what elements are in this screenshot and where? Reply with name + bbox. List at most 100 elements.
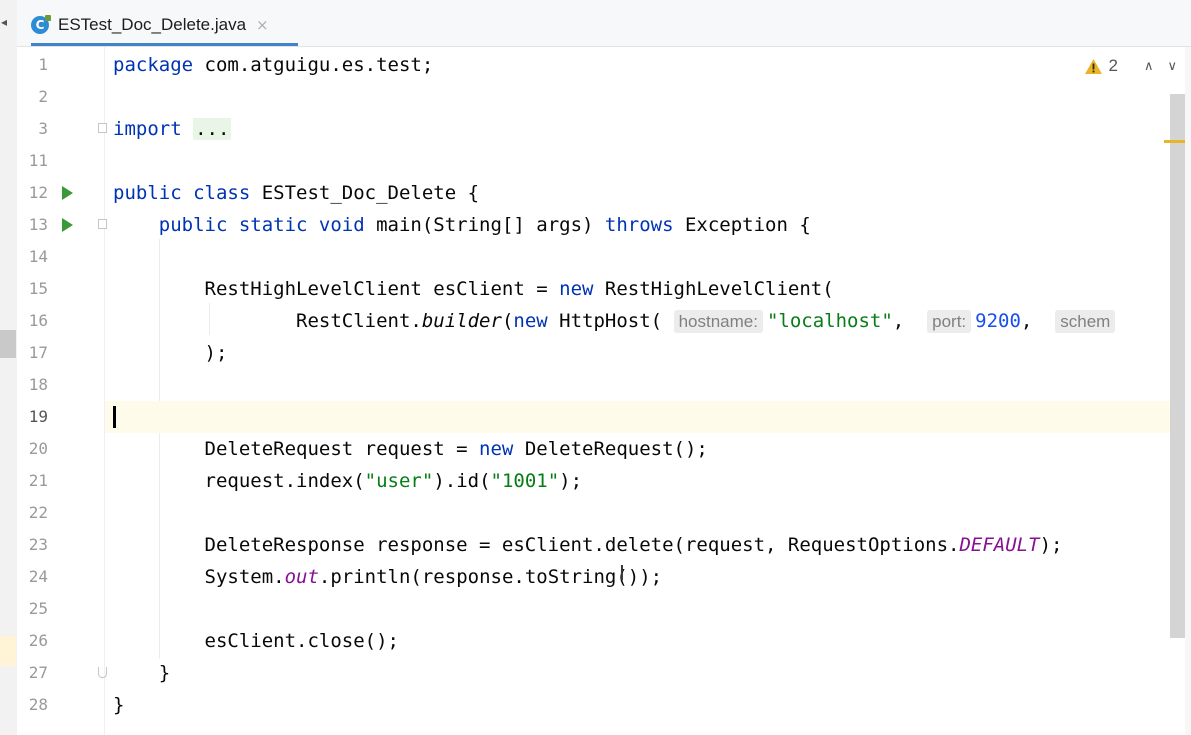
code-line[interactable]: 14 (0, 241, 1170, 273)
tab-estest-doc-delete[interactable]: C ESTest_Doc_Delete.java × (31, 6, 298, 46)
code-line[interactable]: 11 (0, 145, 1170, 177)
code-line[interactable]: 28} (0, 689, 1170, 721)
code-token: package (113, 54, 194, 76)
code-token: new (513, 310, 548, 332)
code-line[interactable]: 21 request.index("user").id("1001"); (0, 465, 1170, 497)
code-token: "user" (364, 470, 434, 492)
code-line[interactable]: 19 (0, 401, 1170, 433)
run-gutter-icon[interactable] (62, 218, 73, 232)
line-number: 21 (28, 471, 48, 490)
code-token: public static void (158, 214, 365, 236)
code-line[interactable]: 3 import ... (0, 113, 1170, 145)
line-number: 1 (38, 55, 48, 74)
ibeam-cursor-icon: I (619, 561, 625, 585)
line-number: 14 (28, 247, 48, 266)
code-text: public static void main(String[] args) t… (113, 209, 811, 241)
code-token: System. (113, 566, 285, 588)
code-line[interactable]: 12 public class ESTest_Doc_Delete { (0, 177, 1170, 209)
code-token: "1001" (490, 470, 560, 492)
close-icon[interactable]: × (256, 16, 269, 34)
code-token: com.atguigu.es.test; (193, 54, 434, 76)
code-token: DeleteRequest request = (113, 438, 480, 460)
code-token: HttpHost( (547, 310, 674, 332)
code-line[interactable]: 16 RestClient.builder(new HttpHost( host… (0, 305, 1170, 337)
code-text: } (113, 657, 170, 689)
fold-end-icon[interactable] (98, 667, 107, 678)
inspection-widget[interactable]: 2 ∧ ∨ (1084, 56, 1177, 76)
warning-stripe-marker[interactable] (1164, 140, 1185, 143)
line-number: 23 (28, 535, 48, 554)
code-token: DEFAULT (959, 534, 1040, 556)
text-caret (113, 406, 116, 428)
code-token: builder (421, 310, 502, 332)
code-line[interactable]: 24 System.out.println(response.toString(… (0, 561, 1170, 593)
code-token: request.index( (113, 470, 365, 492)
folded-imports[interactable]: ... (193, 118, 232, 140)
line-number: 17 (28, 343, 48, 362)
line-number: 20 (28, 439, 48, 458)
next-highlight-button[interactable]: ∨ (1167, 59, 1177, 74)
code-token: DeleteRequest(); (513, 438, 708, 460)
code-token: "localhost" (766, 310, 893, 332)
line-number: 2 (38, 87, 48, 106)
vertical-scrollbar[interactable] (1170, 94, 1185, 638)
fold-icon[interactable] (98, 123, 107, 133)
line-number: 22 (28, 503, 48, 522)
code-token: esClient.close(); (113, 630, 399, 652)
code-token: throws (604, 214, 674, 236)
line-number: 15 (28, 279, 48, 298)
line-number: 16 (28, 311, 48, 330)
code-token: RestHighLevelClient( (593, 278, 834, 300)
code-token: ).id( (433, 470, 491, 492)
code-token: new (479, 438, 514, 460)
fold-icon[interactable] (98, 219, 107, 229)
code-text: request.index("user").id("1001"); (113, 465, 583, 497)
scroll-track (1185, 47, 1191, 735)
line-number: 11 (28, 151, 48, 170)
code-token: DeleteResponse response = esClient.delet… (113, 534, 960, 556)
code-line[interactable]: 23 DeleteResponse response = esClient.de… (0, 529, 1170, 561)
code-line[interactable]: 26 esClient.close(); (0, 625, 1170, 657)
code-token: main(String[] args) (364, 214, 605, 236)
code-text: DeleteRequest request = new DeleteReques… (113, 433, 708, 465)
code-line[interactable]: 27 } (0, 657, 1170, 689)
collapse-arrow-icon[interactable]: ◂ (1, 16, 7, 28)
code-token: , (892, 310, 928, 332)
code-token: RestClient. (113, 310, 422, 332)
code-text: esClient.close(); (113, 625, 399, 657)
code-line[interactable]: 17 ); (0, 337, 1170, 369)
code-line[interactable]: 13 public static void main(String[] args… (0, 209, 1170, 241)
code-line[interactable]: 25 (0, 593, 1170, 625)
code-text: RestHighLevelClient esClient = new RestH… (113, 273, 834, 305)
editor-tab-bar: C ESTest_Doc_Delete.java × (17, 0, 1191, 47)
code-line[interactable]: 1 package com.atguigu.es.test; (0, 49, 1170, 81)
tab-label: ESTest_Doc_Delete.java (58, 14, 247, 34)
code-token: import (113, 118, 182, 140)
line-number: 28 (28, 695, 48, 714)
code-token: ); (113, 342, 228, 364)
code-line[interactable]: 20 DeleteRequest request = new DeleteReq… (0, 433, 1170, 465)
code-token: new (559, 278, 594, 300)
line-number: 12 (28, 183, 48, 202)
code-token: out (284, 566, 319, 588)
code-editor[interactable]: 1 package com.atguigu.es.test; 2 3 import ..… (0, 47, 1180, 735)
code-line[interactable]: 18 (0, 369, 1170, 401)
code-line[interactable]: 2 (0, 81, 1170, 113)
warning-count: 2 (1108, 56, 1118, 75)
warning-icon (1084, 58, 1103, 75)
parameter-hint: schem (1055, 310, 1116, 333)
code-line[interactable]: 15 RestHighLevelClient esClient = new Re… (0, 273, 1170, 305)
code-text: DeleteResponse response = esClient.delet… (113, 529, 1063, 561)
code-token: } (113, 662, 171, 684)
java-class-icon: C (31, 14, 51, 34)
previous-highlight-button[interactable]: ∧ (1144, 59, 1154, 74)
code-text: RestClient.builder(new HttpHost( hostnam… (113, 305, 1119, 338)
code-text: ); (113, 337, 228, 369)
run-gutter-icon[interactable] (62, 186, 73, 200)
code-text: System.out.println(response.toString()); (113, 561, 663, 593)
code-token: ); (559, 470, 583, 492)
parameter-hint: hostname: (673, 310, 763, 333)
code-token: .println(response.toString()); (318, 566, 663, 588)
code-line[interactable]: 22 (0, 497, 1170, 529)
